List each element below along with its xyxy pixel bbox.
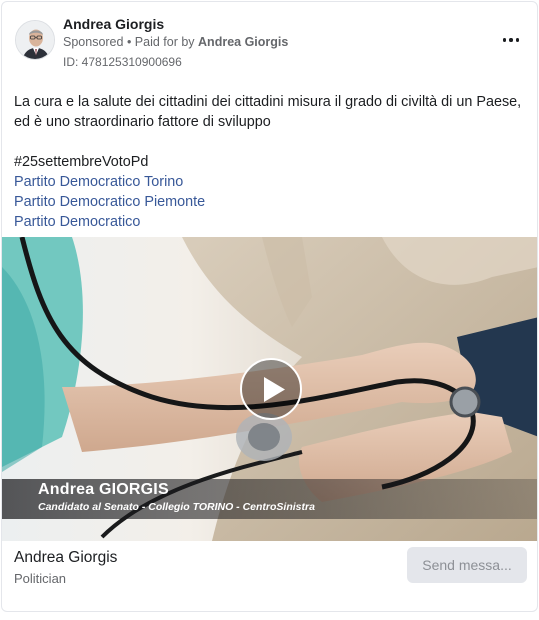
- ad-footer: Andrea Giorgis Politician Send messa...: [2, 541, 537, 611]
- more-options-icon[interactable]: [499, 30, 523, 50]
- paid-for-prefix: Paid for by: [134, 35, 199, 49]
- page-avatar[interactable]: [15, 20, 55, 60]
- library-id: ID: 478125310900696: [63, 55, 182, 69]
- caption-role: Candidato al Senato - Collegio TORINO - …: [38, 501, 315, 513]
- link-pd-torino[interactable]: Partito Democratico Torino: [14, 172, 525, 192]
- paid-for-by-name: Andrea Giorgis: [198, 35, 289, 49]
- ad-header: Andrea Giorgis Sponsored • Paid for by A…: [2, 2, 537, 80]
- ad-video[interactable]: Andrea GIORGIS Candidato al Senato - Col…: [2, 237, 537, 541]
- send-message-button[interactable]: Send messa...: [407, 547, 527, 583]
- footer-page-name[interactable]: Andrea Giorgis: [14, 549, 117, 567]
- avatar-portrait: [16, 21, 54, 59]
- page-name[interactable]: Andrea Giorgis: [63, 16, 164, 32]
- ad-card: Andrea Giorgis Sponsored • Paid for by A…: [1, 1, 538, 612]
- footer-category: Politician: [14, 571, 67, 586]
- play-icon[interactable]: [240, 358, 302, 420]
- ad-body: La cura e la salute dei cittadini dei ci…: [2, 80, 537, 232]
- separator: •: [123, 35, 135, 49]
- sponsored-label: Sponsored: [63, 35, 124, 49]
- ad-text: La cura e la salute dei cittadini dei ci…: [14, 94, 522, 130]
- caption-name: Andrea GIORGIS: [38, 481, 169, 498]
- link-pd[interactable]: Partito Democratico: [14, 212, 525, 232]
- link-pd-piemonte[interactable]: Partito Democratico Piemonte: [14, 192, 525, 212]
- hashtag: #25settembreVotoPd: [14, 154, 149, 170]
- sponsor-line: Sponsored • Paid for by Andrea Giorgis: [63, 35, 288, 49]
